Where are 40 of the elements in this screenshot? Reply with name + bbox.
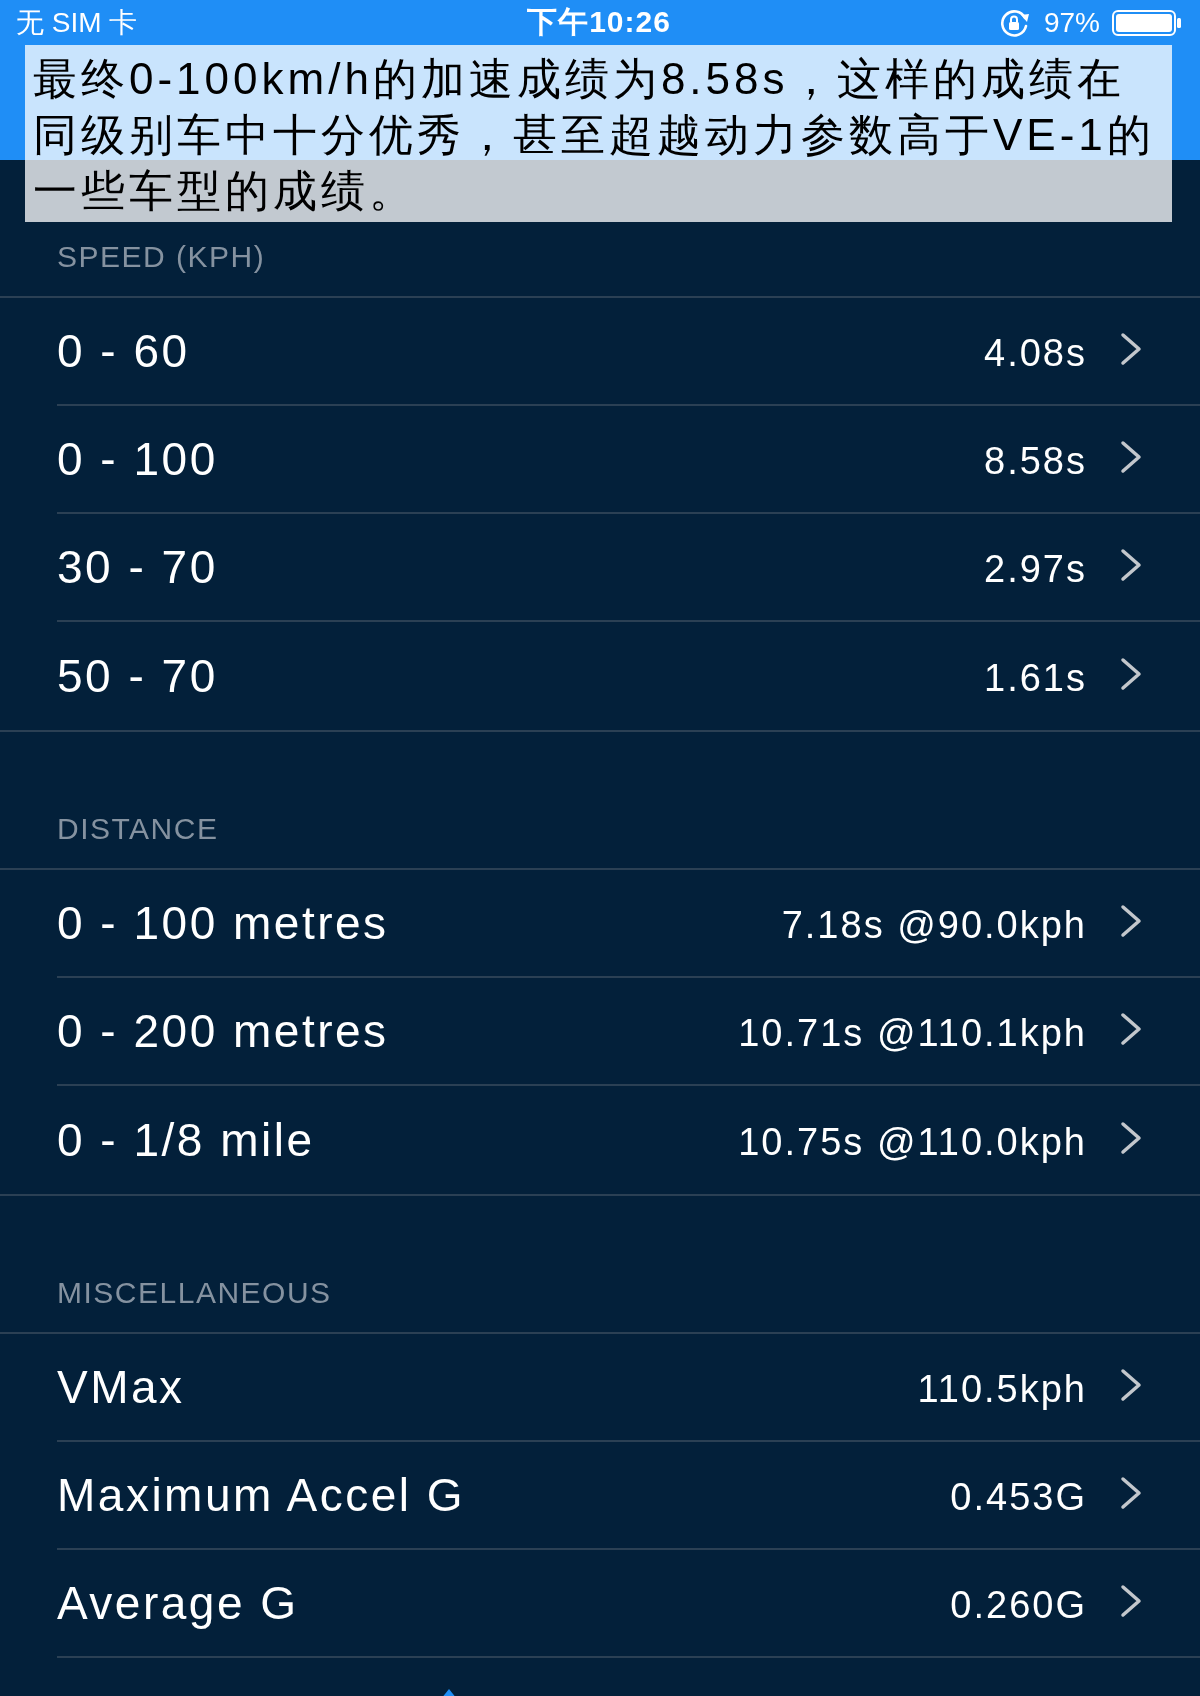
- row-label: 50 - 70: [57, 649, 218, 703]
- row-label: 0 - 1/8 mile: [57, 1113, 315, 1167]
- chevron-icon: [1120, 548, 1142, 582]
- row-value: 110.5kph: [917, 1366, 1087, 1411]
- chevron-icon: [1120, 332, 1142, 366]
- row-value: 8.58s: [984, 438, 1087, 483]
- chevron-icon: [1120, 440, 1142, 474]
- triangle-icon: [441, 1689, 457, 1696]
- chevron-icon: [1120, 1476, 1142, 1510]
- battery-percent-text: 97%: [1043, 6, 1100, 39]
- row-label: 30 - 70: [57, 540, 218, 594]
- row-value: 0.453G: [950, 1474, 1087, 1519]
- section-header: MISCELLANEOUS: [57, 1276, 332, 1310]
- chevron-icon: [1120, 1121, 1142, 1155]
- row-value: 1.61s: [984, 655, 1087, 700]
- battery-icon: [1112, 9, 1182, 36]
- row-label: 0 - 200 metres: [57, 1004, 389, 1058]
- row-label: 0 - 60: [57, 324, 190, 378]
- carrier-text: 无 SIM 卡: [16, 5, 138, 40]
- section-header: DISTANCE: [57, 812, 219, 846]
- row-value: 0.260G: [950, 1582, 1087, 1627]
- row-label: 0 - 100: [57, 432, 218, 486]
- chevron-icon: [1120, 904, 1142, 938]
- row-value: 4.08s: [984, 330, 1087, 375]
- chevron-icon: [1120, 657, 1142, 691]
- rotation-lock-icon: [998, 8, 1032, 37]
- row-value: 10.71s @110.1kph: [738, 1010, 1087, 1055]
- clock-text: 下午10:26: [527, 4, 671, 40]
- chevron-icon: [1120, 1584, 1142, 1618]
- row-label: Average G: [57, 1576, 299, 1630]
- caption-text: 最终0-100km/h的加速成绩为8.58s，这样的成绩在 同级别车中十分优秀，甚至超越动力参数高于VE-1的 一些车型的成绩。: [25, 45, 1172, 222]
- row-label: Maximum Accel G: [57, 1468, 466, 1522]
- row-label: VMax: [57, 1360, 185, 1414]
- row-value: 10.75s @110.0kph: [738, 1119, 1087, 1164]
- row-value: 7.18s @90.0kph: [781, 902, 1087, 947]
- chevron-icon: [1120, 1012, 1142, 1046]
- row-value: 2.97s: [984, 546, 1087, 591]
- row-label: 0 - 100 metres: [57, 896, 389, 950]
- chevron-icon: [1120, 1368, 1142, 1402]
- section-header: SPEED (KPH): [57, 240, 266, 274]
